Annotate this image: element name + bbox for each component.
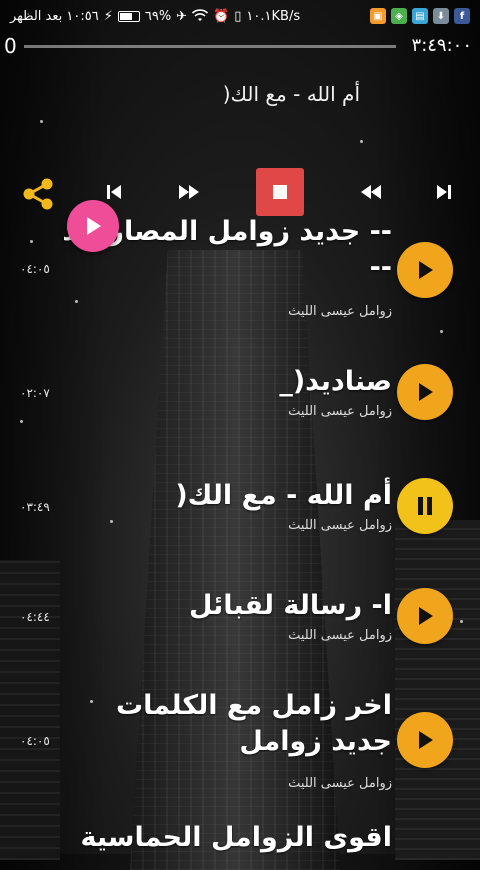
track-artist: زوامل عيسى الليث xyxy=(288,404,392,419)
track-play-button[interactable] xyxy=(397,242,453,298)
fast-forward-icon xyxy=(179,185,199,199)
now-playing-title: أم الله - مع الك( xyxy=(222,82,360,106)
phone-icon: ▯ xyxy=(234,8,242,24)
status-left: ١٠:٥٦ بعد الظهر ⚡ ٦٩% ✈ ⏰ ▯ ١٠.١KB/s xyxy=(10,9,300,24)
facebook-icon: f xyxy=(454,8,470,24)
fast-forward-button[interactable] xyxy=(172,176,208,208)
next-track-button[interactable] xyxy=(428,176,460,208)
track-duration: ٠٤:٠٥ xyxy=(20,262,50,276)
background-building-left xyxy=(0,560,60,860)
status-time: ١٠:٥٦ بعد الظهر xyxy=(10,8,99,24)
rewind-icon xyxy=(361,185,381,199)
track-play-button[interactable] xyxy=(397,588,453,644)
battery-icon xyxy=(117,10,140,22)
battery-percent: ٦٩% xyxy=(144,8,172,24)
rewind-button[interactable] xyxy=(352,176,388,208)
track-artist: زوامل عيسى الليث xyxy=(288,628,392,643)
track-title: اقوى الزوامل الحماسية xyxy=(80,822,393,853)
seek-position: 0 xyxy=(4,34,17,58)
share-button[interactable] xyxy=(18,174,58,214)
battery-fill xyxy=(119,12,132,20)
seek-duration: ٣:٤٩:٠٠ xyxy=(411,35,472,56)
skip-previous-icon xyxy=(107,185,121,199)
shield-app-icon: ◈ xyxy=(391,8,407,24)
track-title: صناديد(_ xyxy=(279,366,392,397)
track-duration: ٠٣:٤٩ xyxy=(20,500,50,514)
charging-icon: ⚡ xyxy=(103,8,113,24)
seek-bar[interactable]: 0 ٣:٤٩:٠٠ xyxy=(0,32,480,60)
track-duration: ٠٤:٤٤ xyxy=(20,610,50,624)
skip-next-icon xyxy=(437,185,451,199)
track-artist: زوامل عيسى الليث xyxy=(288,304,392,319)
airplane-icon: ✈ xyxy=(176,8,188,24)
track-artist: زوامل عيسى الليث xyxy=(288,518,392,533)
download-app-icon: ⬇ xyxy=(433,8,449,24)
pause-icon xyxy=(418,497,432,515)
network-speed: ١٠.١KB/s xyxy=(246,8,301,24)
track-artist: زوامل عيسى الليث xyxy=(288,776,392,791)
seek-track[interactable] xyxy=(24,45,396,48)
stop-button[interactable] xyxy=(256,168,304,216)
track-pause-button[interactable] xyxy=(397,478,453,534)
gallery-app-icon: ▤ xyxy=(412,8,428,24)
notification-app-icon: ▣ xyxy=(370,8,386,24)
floating-play-button[interactable] xyxy=(67,200,119,252)
play-icon xyxy=(419,731,433,749)
notification-icons: ▣ ◈ ▤ ⬇ f xyxy=(370,8,470,24)
track-play-button[interactable] xyxy=(397,364,453,420)
track-duration: ٠٢:٠٧ xyxy=(20,386,50,400)
share-icon xyxy=(23,178,53,210)
track-title: ا- رسالة لقبائل xyxy=(189,590,392,621)
track-title: اخر زامل مع الكلمات جديد زوامل xyxy=(116,690,392,757)
play-icon xyxy=(419,383,433,401)
play-icon xyxy=(419,261,433,279)
background-building-right xyxy=(395,520,480,860)
track-title: أم الله - مع الك( xyxy=(175,480,392,511)
track-play-button[interactable] xyxy=(397,712,453,768)
alarm-icon: ⏰ xyxy=(213,8,230,24)
play-icon xyxy=(87,217,101,235)
play-icon xyxy=(419,607,433,625)
stop-icon xyxy=(273,185,287,199)
status-bar: ١٠:٥٦ بعد الظهر ⚡ ٦٩% ✈ ⏰ ▯ ١٠.١KB/s ▣ ◈… xyxy=(0,0,480,32)
track-duration: ٠٤:٠٥ xyxy=(20,734,50,748)
wifi-icon xyxy=(192,9,209,21)
